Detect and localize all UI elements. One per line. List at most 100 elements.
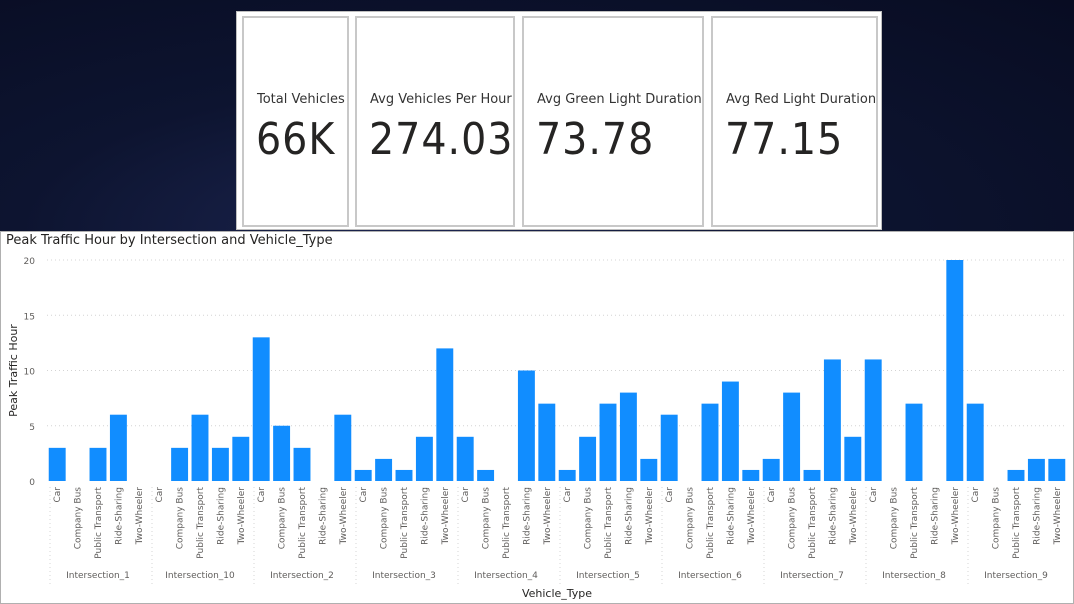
bar <box>477 469 495 481</box>
x-tick-label: Car <box>53 487 63 503</box>
bar <box>844 436 862 481</box>
x-axis-title: Vehicle_Type <box>522 587 592 600</box>
group-label: Intersection_4 <box>474 571 538 581</box>
x-tick-label: Two-Wheeler <box>747 487 757 546</box>
group-label: Intersection_6 <box>678 571 742 581</box>
x-tick-label: Public Transport <box>604 487 614 559</box>
bar <box>558 469 576 481</box>
x-tick-label: Company Bus <box>74 487 84 550</box>
x-tick-label: Public Transport <box>502 487 512 559</box>
bar <box>436 348 454 481</box>
x-tick-label: Two-Wheeler <box>951 487 961 546</box>
group-label: Intersection_9 <box>984 571 1048 581</box>
group-label: Intersection_3 <box>372 571 436 581</box>
y-tick-label: 5 <box>29 423 35 433</box>
x-tick-label: Company Bus <box>482 487 492 550</box>
bar <box>721 381 739 481</box>
x-tick-label: Public Transport <box>808 487 818 559</box>
bar <box>375 458 393 481</box>
x-tick-label: Company Bus <box>686 487 696 550</box>
x-tick-label: Ride-Sharing <box>624 487 634 545</box>
bar <box>89 447 107 481</box>
bar <box>415 436 433 481</box>
bar <box>538 403 556 481</box>
kpi-card-avg-vehicles-per-hour[interactable]: Avg Vehicles Per Hour 274.03 <box>355 16 515 227</box>
kpi-card-total-vehicles[interactable]: Total Vehicles 66K <box>242 16 349 227</box>
x-tick-label: Car <box>869 487 879 503</box>
bar <box>701 403 719 481</box>
bar-chart: 0 5 10 15 20 Peak Traffic Hour Car Company Bus P… <box>7 257 1067 600</box>
bar <box>273 425 291 481</box>
kpi-value: 274.03 <box>369 114 514 165</box>
kpi-card-strip: Total Vehicles 66K Avg Vehicles Per Hour… <box>236 11 882 230</box>
bar <box>456 436 474 481</box>
kpi-card-avg-green-light-duration[interactable]: Avg Green Light Duration 73.78 <box>522 16 704 227</box>
bar <box>742 469 760 481</box>
bar <box>1048 458 1066 481</box>
x-tick-label: Company Bus <box>584 487 594 550</box>
x-tick-label: Ride-Sharing <box>930 487 940 545</box>
x-tick-label: Ride-Sharing <box>726 487 736 545</box>
bar-chart-panel[interactable]: Peak Traffic Hour by Intersection and Ve… <box>0 231 1074 604</box>
x-tick-label: Ride-Sharing <box>1032 487 1042 545</box>
x-tick-label: Public Transport <box>298 487 308 559</box>
bar <box>109 414 127 481</box>
x-tick-label: Company Bus <box>788 487 798 550</box>
x-tick-label: Ride-Sharing <box>522 487 532 545</box>
x-tick-label: Company Bus <box>380 487 390 550</box>
x-tick-label: Public Transport <box>196 487 206 559</box>
bar <box>395 469 413 481</box>
y-tick-label: 10 <box>24 368 36 378</box>
bar <box>517 370 535 481</box>
group-label: Intersection_10 <box>165 571 235 581</box>
x-tick-label: Company Bus <box>176 487 186 550</box>
x-tick-label: Public Transport <box>1012 487 1022 559</box>
x-tick-label: Car <box>461 487 471 503</box>
bar <box>1007 469 1025 481</box>
x-tick-label: Company Bus <box>992 487 1002 550</box>
x-tick-label: Two-Wheeler <box>1053 487 1063 546</box>
bar <box>211 447 229 481</box>
y-tick-label: 0 <box>29 478 35 488</box>
bar <box>191 414 209 481</box>
x-tick-label: Ride-Sharing <box>828 487 838 545</box>
bar <box>864 359 882 481</box>
y-tick-label: 15 <box>24 312 35 322</box>
x-tick-label: Company Bus <box>278 487 288 550</box>
x-tick-label: Ride-Sharing <box>114 487 124 545</box>
x-tick-label: Car <box>767 487 777 503</box>
x-tick-label: Two-Wheeler <box>849 487 859 546</box>
bar <box>619 392 637 481</box>
bar <box>762 458 780 481</box>
kpi-value: 66K <box>256 114 336 165</box>
bar <box>823 359 841 481</box>
x-tick-label: Two-Wheeler <box>237 487 247 546</box>
bar <box>579 436 597 481</box>
x-tick-label: Car <box>563 487 573 503</box>
x-tick-label: Car <box>257 487 267 503</box>
group-label: Intersection_1 <box>66 571 130 581</box>
x-tick-label: Ride-Sharing <box>420 487 430 545</box>
kpi-card-avg-red-light-duration[interactable]: Avg Red Light Duration 77.15 <box>711 16 878 227</box>
bar <box>232 436 250 481</box>
bar <box>783 392 801 481</box>
bar <box>252 337 270 481</box>
bar <box>946 260 964 481</box>
bar <box>171 447 189 481</box>
y-tick-label: 20 <box>24 257 36 267</box>
y-axis-title: Peak Traffic Hour <box>7 324 20 417</box>
x-tick-label: Two-Wheeler <box>543 487 553 546</box>
x-tick-label: Car <box>155 487 165 503</box>
x-tick-label: Ride-Sharing <box>318 487 328 545</box>
kpi-label: Avg Red Light Duration <box>726 92 877 107</box>
x-tick-label: Car <box>971 487 981 503</box>
kpi-label: Avg Green Light Duration <box>537 92 702 107</box>
x-tick-label: Public Transport <box>94 487 104 559</box>
group-label: Intersection_7 <box>780 571 844 581</box>
bar <box>354 469 372 481</box>
bar <box>966 403 984 481</box>
group-label: Intersection_2 <box>270 571 334 581</box>
bar <box>905 403 923 481</box>
bar <box>48 447 66 481</box>
x-tick-label: Car <box>359 487 369 503</box>
